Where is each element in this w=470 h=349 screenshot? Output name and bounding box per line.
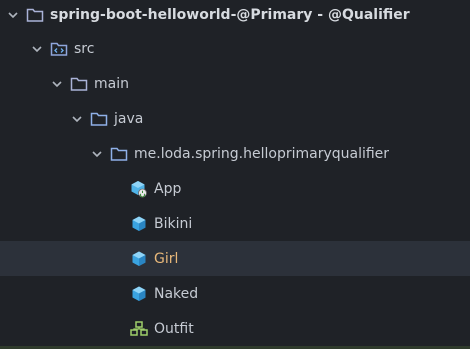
tree-item-package[interactable]: me.loda.spring.helloprimaryqualifier — [0, 136, 470, 171]
spring-boot-class-icon — [130, 180, 148, 198]
chevron-down-icon[interactable] — [70, 112, 84, 126]
folder-icon — [90, 110, 108, 128]
file-label: Bikini — [154, 215, 193, 232]
folder-icon — [110, 145, 128, 163]
java-class-icon — [130, 215, 148, 233]
java-class-icon — [130, 285, 148, 303]
tree-item-girl[interactable]: Girl — [0, 241, 470, 276]
tree-item-naked[interactable]: Naked — [0, 276, 470, 311]
tree-item-project-root[interactable]: spring-boot-helloworld-@Primary - @Quali… — [0, 0, 470, 32]
main-label: main — [94, 75, 129, 92]
chevron-down-icon[interactable] — [6, 8, 20, 22]
tree-item-src[interactable]: src — [0, 31, 470, 66]
java-label: java — [114, 110, 144, 127]
source-folder-icon — [50, 40, 68, 58]
file-label: App — [154, 180, 182, 197]
file-label: Girl — [154, 250, 179, 267]
chevron-down-icon[interactable] — [90, 147, 104, 161]
folder-icon — [70, 75, 88, 93]
interface-icon — [130, 320, 148, 338]
java-class-icon — [130, 250, 148, 268]
file-label: Outfit — [154, 320, 194, 337]
package-label: me.loda.spring.helloprimaryqualifier — [134, 145, 390, 162]
chevron-down-icon[interactable] — [30, 42, 44, 56]
src-label: src — [74, 40, 95, 57]
tree-item-bikini[interactable]: Bikini — [0, 206, 470, 241]
tree-item-java[interactable]: java — [0, 101, 470, 136]
tree-item-app[interactable]: App — [0, 171, 470, 206]
file-label: Naked — [154, 285, 199, 302]
chevron-down-icon[interactable] — [50, 77, 64, 91]
tree-item-outfit[interactable]: Outfit — [0, 311, 470, 346]
tree-item-main[interactable]: main — [0, 66, 470, 101]
folder-icon — [26, 6, 44, 24]
project-root-label: spring-boot-helloworld-@Primary - @Quali… — [50, 6, 410, 23]
